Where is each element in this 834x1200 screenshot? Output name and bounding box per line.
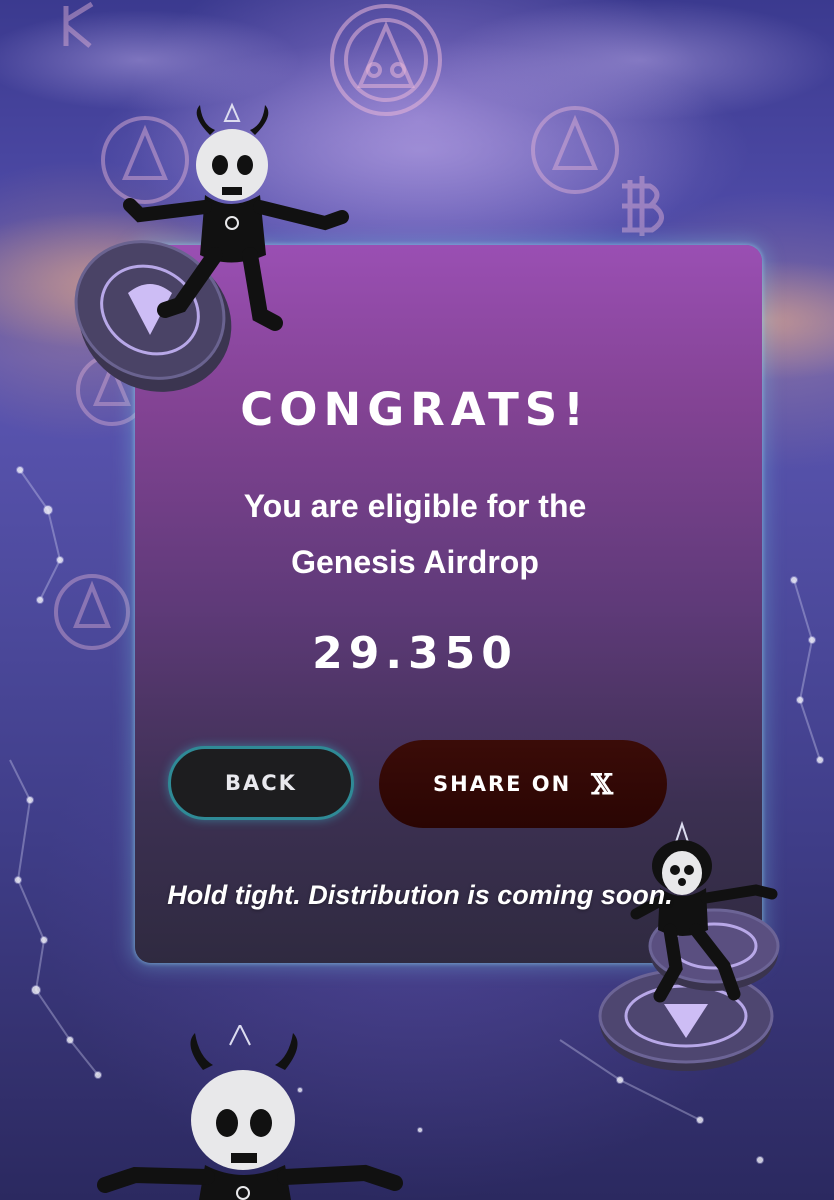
airdrop-screen: CONGRATS! You are eligible for the Genes… (0, 0, 834, 1200)
mascot-top-left (74, 102, 349, 392)
share-button-label: SHARE ON (433, 772, 572, 796)
eligibility-message: You are eligible for the Genesis Airdrop (135, 478, 695, 590)
mascot-bottom (97, 1025, 403, 1200)
share-on-x-button[interactable]: SHARE ON 𝕏 (379, 740, 667, 828)
devil-mascot-icon (97, 1025, 403, 1200)
x-logo-icon: 𝕏 (591, 767, 613, 801)
congrats-title: CONGRATS! (240, 383, 590, 436)
mascot-right (598, 820, 780, 1071)
eligibility-message-line1: You are eligible for the (243, 488, 587, 524)
distribution-note: Hold tight. Distribution is coming soon. (167, 880, 673, 910)
eligibility-message-line2: Genesis Airdrop (291, 544, 539, 580)
emblem-icon (54, 574, 130, 650)
back-button-label: BACK (225, 771, 297, 795)
airdrop-amount: 29.350 (312, 628, 518, 679)
back-button[interactable]: BACK (168, 746, 354, 820)
